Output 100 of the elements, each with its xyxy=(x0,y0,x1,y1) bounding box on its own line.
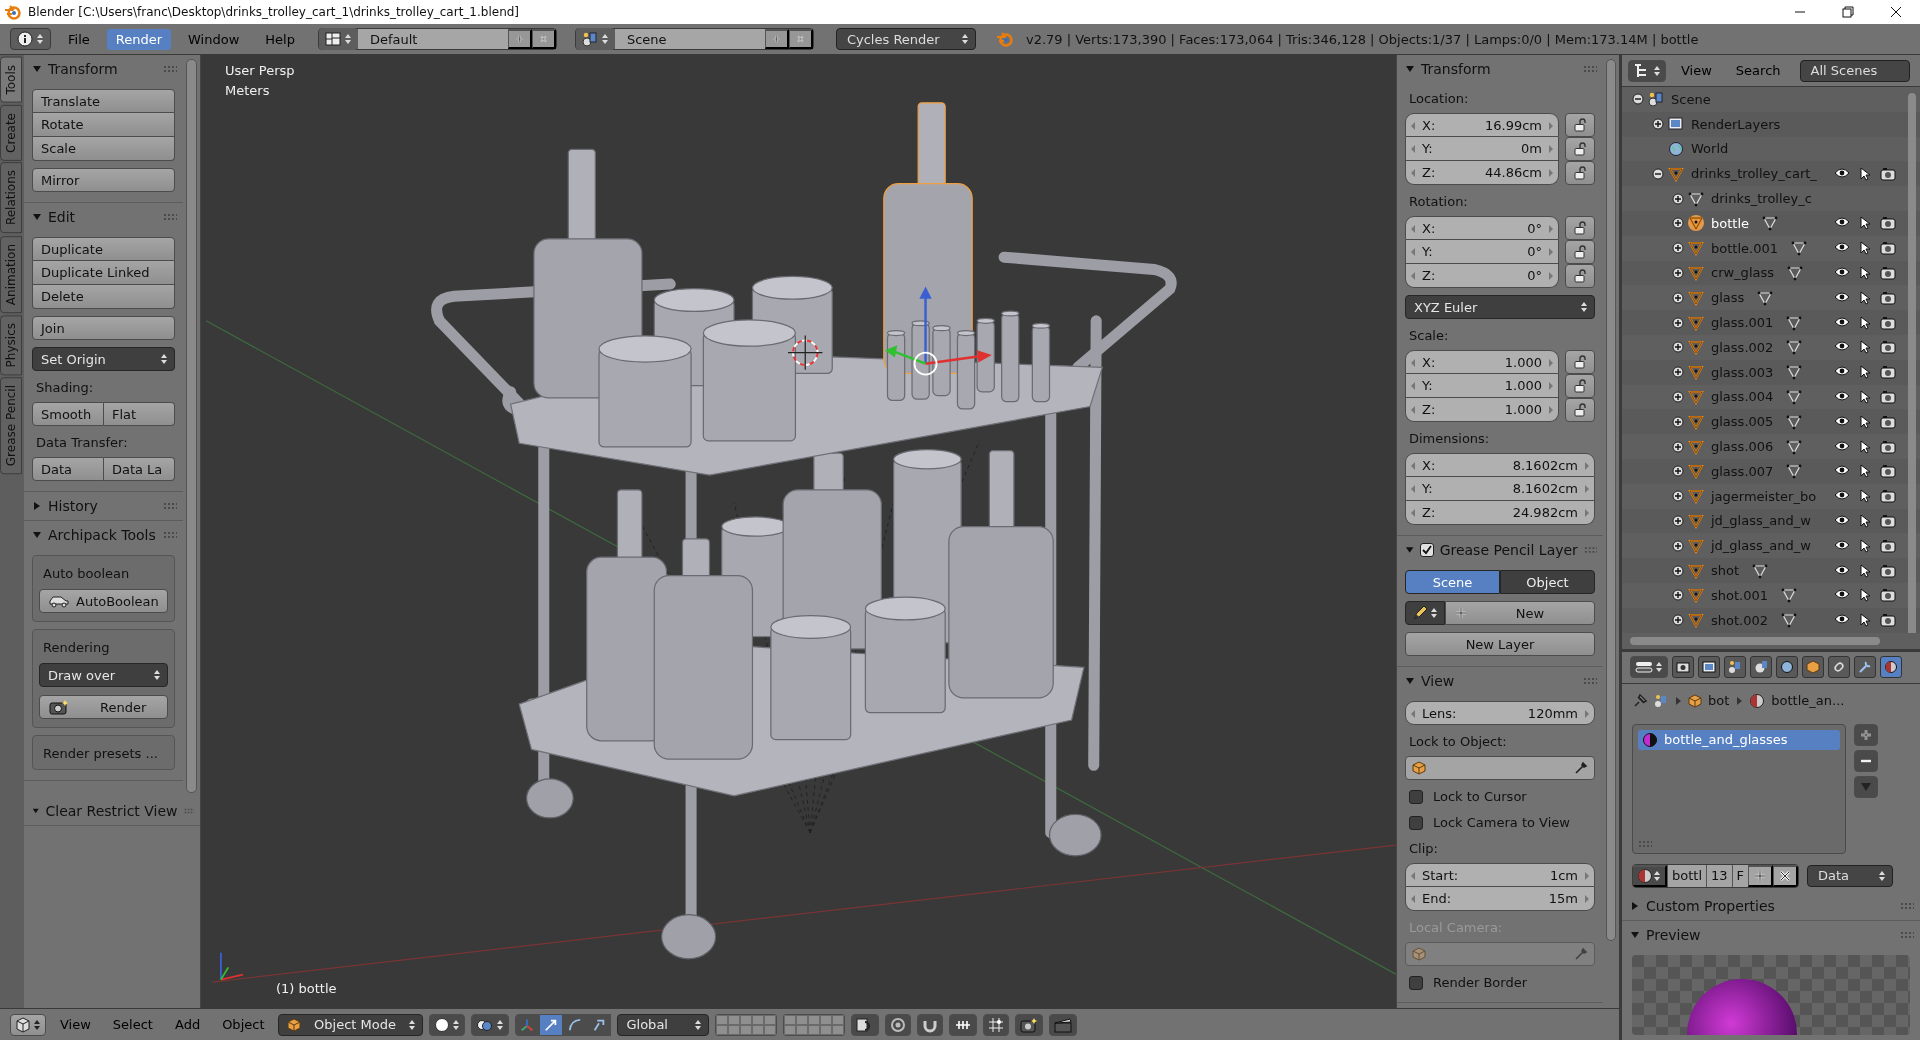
checkbox[interactable] xyxy=(1409,975,1423,990)
drinks-trolley-drawing[interactable] xyxy=(431,102,1177,960)
eye-icon[interactable] xyxy=(1834,265,1850,278)
tree-item[interactable]: World xyxy=(1688,140,1732,158)
number-field[interactable]: Z: 0° xyxy=(1405,264,1559,288)
tab[interactable]: Grease Pencil xyxy=(0,377,22,475)
expand-icon[interactable] xyxy=(1672,242,1684,255)
drag-grip-icon[interactable] xyxy=(162,531,177,539)
expand-icon[interactable] xyxy=(1672,465,1684,478)
browse-material-button[interactable] xyxy=(1633,864,1667,887)
toolbar-button[interactable] xyxy=(851,1013,880,1036)
panel-header[interactable]: View xyxy=(1397,667,1603,695)
tree-item[interactable]: glass.004 xyxy=(1708,388,1777,406)
tree-item[interactable]: jd_glass_and_w xyxy=(1708,537,1814,555)
tree-item[interactable]: glass.005 xyxy=(1708,413,1777,431)
drag-grip-icon[interactable] xyxy=(1638,839,1652,848)
number-field[interactable]: X: 16.99cm xyxy=(1405,113,1559,137)
cursor-icon[interactable] xyxy=(1859,439,1871,454)
context-tab[interactable] xyxy=(1776,656,1798,679)
tree-item[interactable]: glass xyxy=(1708,289,1748,307)
number-field[interactable]: X: 0° xyxy=(1405,216,1559,240)
lock-toggle[interactable] xyxy=(1565,113,1595,137)
panel-header[interactable]: Transform xyxy=(1397,55,1603,83)
camera-icon[interactable] xyxy=(1880,414,1896,429)
transform-gizmo-icon[interactable] xyxy=(885,286,992,376)
lock-toggle[interactable] xyxy=(1565,264,1595,288)
number-field[interactable]: Lens: 120mm xyxy=(1405,701,1595,725)
layer-grid[interactable] xyxy=(715,1013,778,1036)
tool-button[interactable]: AutoBoolean xyxy=(39,589,168,613)
panel-header[interactable]: Grease Pencil Layer xyxy=(1397,536,1603,564)
expand-icon[interactable] xyxy=(1672,192,1684,205)
context-tab[interactable] xyxy=(1854,656,1876,679)
scrollbar[interactable] xyxy=(1630,636,1880,645)
expand-icon[interactable] xyxy=(1672,341,1684,354)
camera-icon[interactable] xyxy=(1880,538,1896,553)
menu-item[interactable]: File xyxy=(59,28,99,50)
expand-icon[interactable] xyxy=(1652,118,1664,131)
lock-toggle[interactable] xyxy=(1565,137,1595,161)
eye-icon[interactable] xyxy=(1834,389,1850,402)
expand-icon[interactable] xyxy=(1672,217,1684,230)
dropdown[interactable]: Set Origin xyxy=(32,347,175,371)
tree-item[interactable]: glass.007 xyxy=(1708,462,1777,480)
context-tab[interactable] xyxy=(1750,656,1772,679)
cursor-icon[interactable] xyxy=(1859,265,1871,280)
camera-icon[interactable] xyxy=(1880,613,1896,628)
cursor-icon[interactable] xyxy=(1859,216,1871,231)
lock-toggle[interactable] xyxy=(1565,374,1595,398)
scrollbar[interactable] xyxy=(1606,59,1616,941)
lock-toggle[interactable] xyxy=(1565,350,1595,374)
object-field[interactable] xyxy=(1405,756,1595,780)
dropdown[interactable]: XYZ Euler xyxy=(1405,295,1595,319)
tool-button[interactable]: Duplicate xyxy=(32,237,175,261)
number-field[interactable]: Start: 1cm xyxy=(1405,863,1595,887)
eye-icon[interactable] xyxy=(1834,166,1850,179)
cursor-icon[interactable] xyxy=(1859,166,1871,181)
tool-button[interactable]: Delete xyxy=(32,285,175,309)
expand-icon[interactable] xyxy=(1672,514,1684,527)
context-tab[interactable] xyxy=(1724,656,1746,679)
camera-icon[interactable] xyxy=(1880,439,1896,454)
eye-icon[interactable] xyxy=(1834,489,1850,502)
tab[interactable]: Physics xyxy=(0,314,22,376)
remove-slot-button[interactable] xyxy=(1854,749,1878,772)
expand-icon[interactable] xyxy=(1672,390,1684,403)
tool-button[interactable]: Render xyxy=(39,695,168,719)
eye-icon[interactable] xyxy=(1834,588,1850,601)
camera-icon[interactable] xyxy=(1880,216,1896,231)
eye-icon[interactable] xyxy=(1834,439,1850,452)
tree-item[interactable]: drinks_trolley_c xyxy=(1708,190,1815,208)
material-slot[interactable]: bottle_and_glasses xyxy=(1638,729,1840,750)
tab[interactable]: Relations xyxy=(0,162,22,234)
cursor-icon[interactable] xyxy=(1859,315,1871,330)
eye-icon[interactable] xyxy=(1834,464,1850,477)
display-mode-dropdown[interactable]: All Scenes xyxy=(1799,59,1910,82)
tree-item[interactable]: shot.002 xyxy=(1708,611,1771,629)
cursor-icon[interactable] xyxy=(1859,340,1871,355)
pencil-dropdown[interactable] xyxy=(1405,601,1445,625)
tool-button[interactable]: Mirror xyxy=(32,168,175,192)
lock-toggle[interactable] xyxy=(1565,216,1595,240)
user-count[interactable]: 13 xyxy=(1706,864,1732,887)
tool-button[interactable]: Data La xyxy=(103,457,175,481)
expand-icon[interactable] xyxy=(1672,539,1684,552)
scrollbar[interactable] xyxy=(1908,93,1916,633)
camera-icon[interactable] xyxy=(1880,389,1896,404)
eye-icon[interactable] xyxy=(1834,340,1850,353)
tool-button[interactable]: Scale xyxy=(32,137,175,161)
panel-header[interactable]: Preview xyxy=(1622,920,1920,949)
drag-grip-icon[interactable] xyxy=(1583,677,1597,685)
checkbox[interactable] xyxy=(1420,543,1434,557)
panel-header[interactable]: Archipack Tools xyxy=(24,521,183,549)
eye-icon[interactable] xyxy=(1834,613,1850,626)
menu-item[interactable]: Search xyxy=(1726,60,1790,81)
editor-type-button[interactable] xyxy=(1628,59,1666,82)
tree-item[interactable]: bottle xyxy=(1708,214,1752,232)
cursor-icon[interactable] xyxy=(1859,464,1871,479)
eye-icon[interactable] xyxy=(1834,513,1850,526)
number-field[interactable]: End: 15m xyxy=(1405,887,1595,911)
tree-item[interactable]: Scene xyxy=(1668,90,1714,108)
drag-grip-icon[interactable] xyxy=(162,213,177,221)
number-field[interactable]: Z: 24.982cm xyxy=(1405,501,1595,525)
cursor-icon[interactable] xyxy=(1859,563,1871,578)
